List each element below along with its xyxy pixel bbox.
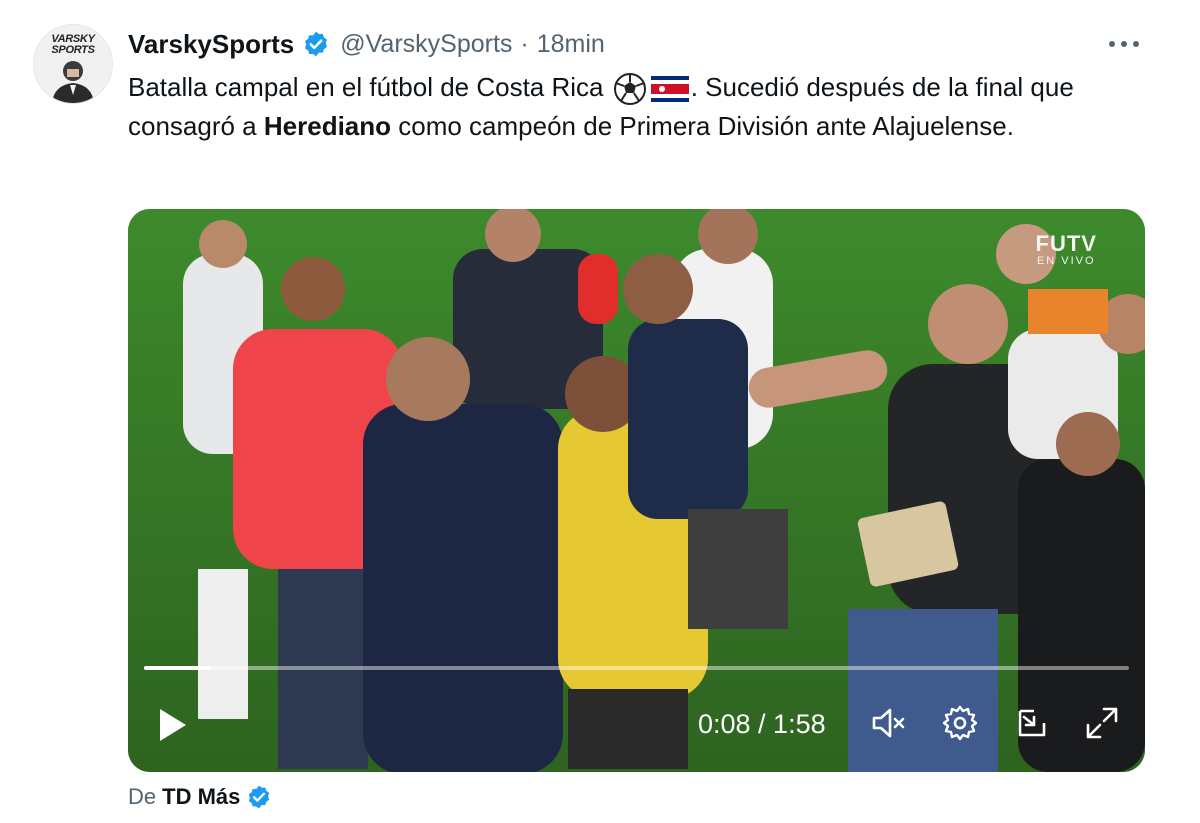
- settings-icon[interactable]: [940, 703, 980, 743]
- costa-rica-flag-icon: [650, 76, 689, 103]
- tweet: VARSKY SPORTS VarskySports @VarskySports…: [0, 0, 1200, 823]
- video-progress-bar[interactable]: [144, 666, 1129, 670]
- verified-badge-icon: [305, 31, 328, 57]
- soccer-ball-icon: [613, 73, 646, 106]
- tweet-timestamp[interactable]: 18min: [537, 30, 605, 59]
- tweet-text: Batalla campal en el fútbol de Costa Ric…: [128, 68, 1128, 146]
- verified-badge-icon: [249, 785, 270, 809]
- source-account[interactable]: TD Más: [162, 784, 240, 810]
- fullscreen-icon[interactable]: [1082, 703, 1122, 743]
- author-name[interactable]: VarskySports: [128, 29, 294, 60]
- pip-icon[interactable]: [1012, 703, 1052, 743]
- video-time: 0:08 / 1:58: [698, 709, 826, 739]
- more-options-icon[interactable]: [1104, 30, 1144, 58]
- video-controls: 0:08 / 1:58: [128, 699, 1145, 759]
- source-prefix: De: [128, 784, 157, 809]
- video-player[interactable]: FUTV EN VIVO 0:08 / 1:58: [128, 209, 1145, 772]
- separator-dot: ·: [520, 29, 529, 58]
- avatar-logo: VARSKY SPORTS: [51, 33, 95, 56]
- video-source: De TD Más: [128, 784, 272, 810]
- author-avatar[interactable]: VARSKY SPORTS: [33, 24, 113, 104]
- futv-watermark: FUTV EN VIVO: [1035, 231, 1097, 268]
- video-progress-fill: [144, 666, 211, 670]
- tweet-header: VarskySports @VarskySports · 18min: [128, 26, 605, 62]
- video-frame: [128, 209, 1145, 772]
- play-icon[interactable]: [152, 705, 192, 745]
- mute-icon[interactable]: [868, 703, 908, 743]
- tweet-text-part: Batalla campal en el fútbol de Costa Ric…: [128, 72, 611, 102]
- tweet-bold-word: Herediano: [263, 111, 392, 141]
- tweet-text-part: como campeón de Primera División ante Al…: [391, 111, 1014, 141]
- author-handle[interactable]: @VarskySports: [340, 30, 512, 59]
